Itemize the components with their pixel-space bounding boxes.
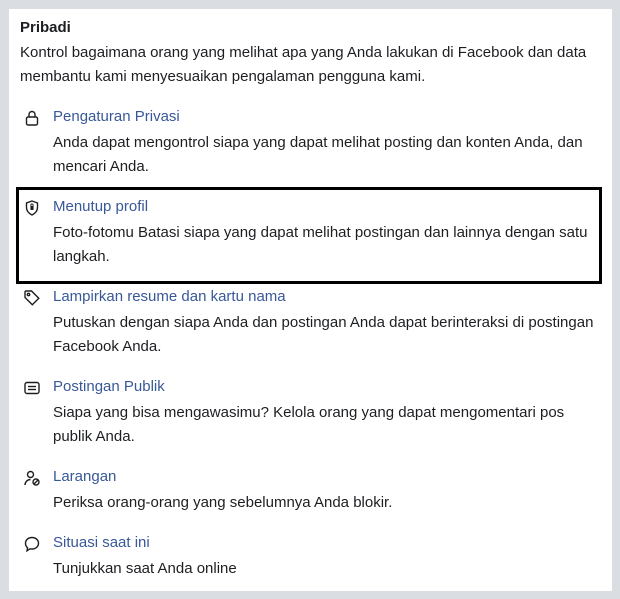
setting-title[interactable]: Lampirkan resume dan kartu nama: [53, 287, 286, 307]
highlight-box: [16, 187, 602, 284]
setting-title[interactable]: Situasi saat ini: [53, 533, 150, 553]
lock-icon: [23, 109, 41, 127]
setting-description: Periksa orang-orang yang sebelumnya Anda…: [53, 494, 393, 511]
section-description: Kontrol bagaimana orang yang melihat apa…: [20, 44, 587, 85]
chat-bubble-icon: [23, 535, 41, 553]
post-icon: [23, 379, 41, 397]
setting-description: Tunjukkan saat Anda online: [53, 560, 237, 577]
setting-title[interactable]: Pengaturan Privasi: [53, 107, 180, 127]
privacy-card: Pribadi Kontrol bagaimana orang yang mel…: [9, 9, 612, 591]
setting-description: Anda dapat mengontrol siapa yang dapat m…: [53, 134, 583, 175]
section-title: Pribadi: [20, 19, 71, 36]
setting-title[interactable]: Larangan: [53, 467, 116, 487]
setting-description: Putuskan dengan siapa Anda dan postingan…: [53, 314, 594, 355]
tag-icon: [23, 289, 41, 307]
setting-description: Siapa yang bisa mengawasimu? Kelola oran…: [53, 404, 565, 445]
setting-title[interactable]: Postingan Publik: [53, 377, 165, 397]
blocking-icon: [23, 469, 41, 487]
